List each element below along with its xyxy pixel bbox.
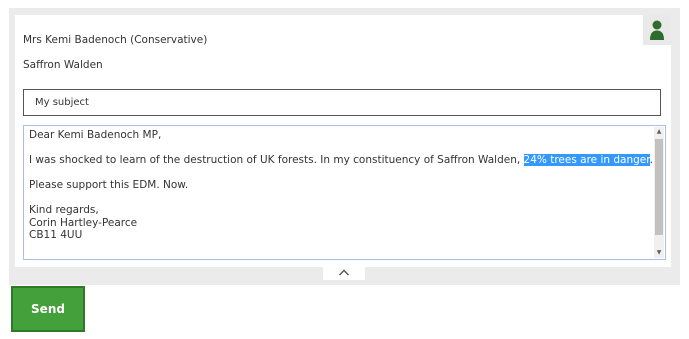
sender-postcode: CB11 4UU (29, 229, 83, 241)
chevron-up-icon[interactable] (323, 264, 365, 280)
subject-input[interactable] (23, 89, 661, 116)
scroll-up-arrow-icon[interactable]: ▲ (654, 127, 664, 137)
constituency-name: Saffron Walden (23, 59, 103, 71)
message-signoff: Kind regards, (29, 204, 99, 216)
scrollbar-thumb[interactable] (655, 139, 663, 235)
avatar (643, 15, 671, 45)
message-textarea[interactable]: Dear Kemi Badenoch MP, I was shocked to … (23, 125, 666, 260)
body-suffix: . (649, 154, 653, 166)
message-salutation: Dear Kemi Badenoch MP, (29, 129, 162, 141)
mp-name: Mrs Kemi Badenoch (Conservative) (23, 34, 208, 46)
send-button[interactable]: Send (11, 286, 85, 332)
message-scrollbar[interactable]: ▲ ▼ (654, 127, 664, 258)
sender-name: Corin Hartley-Pearce (29, 216, 138, 229)
scroll-down-arrow-icon[interactable]: ▼ (654, 248, 664, 258)
message-text[interactable]: Dear Kemi Badenoch MP, I was shocked to … (29, 129, 653, 242)
selected-text: 24% trees are in danger (523, 154, 650, 166)
person-icon (650, 20, 664, 40)
collapse-toggle[interactable] (323, 264, 365, 280)
message-request: Please support this EDM. Now. (29, 179, 189, 191)
message-body: I was shocked to learn of the destructio… (29, 154, 653, 167)
body-prefix: I was shocked to learn of the destructio… (29, 154, 524, 166)
